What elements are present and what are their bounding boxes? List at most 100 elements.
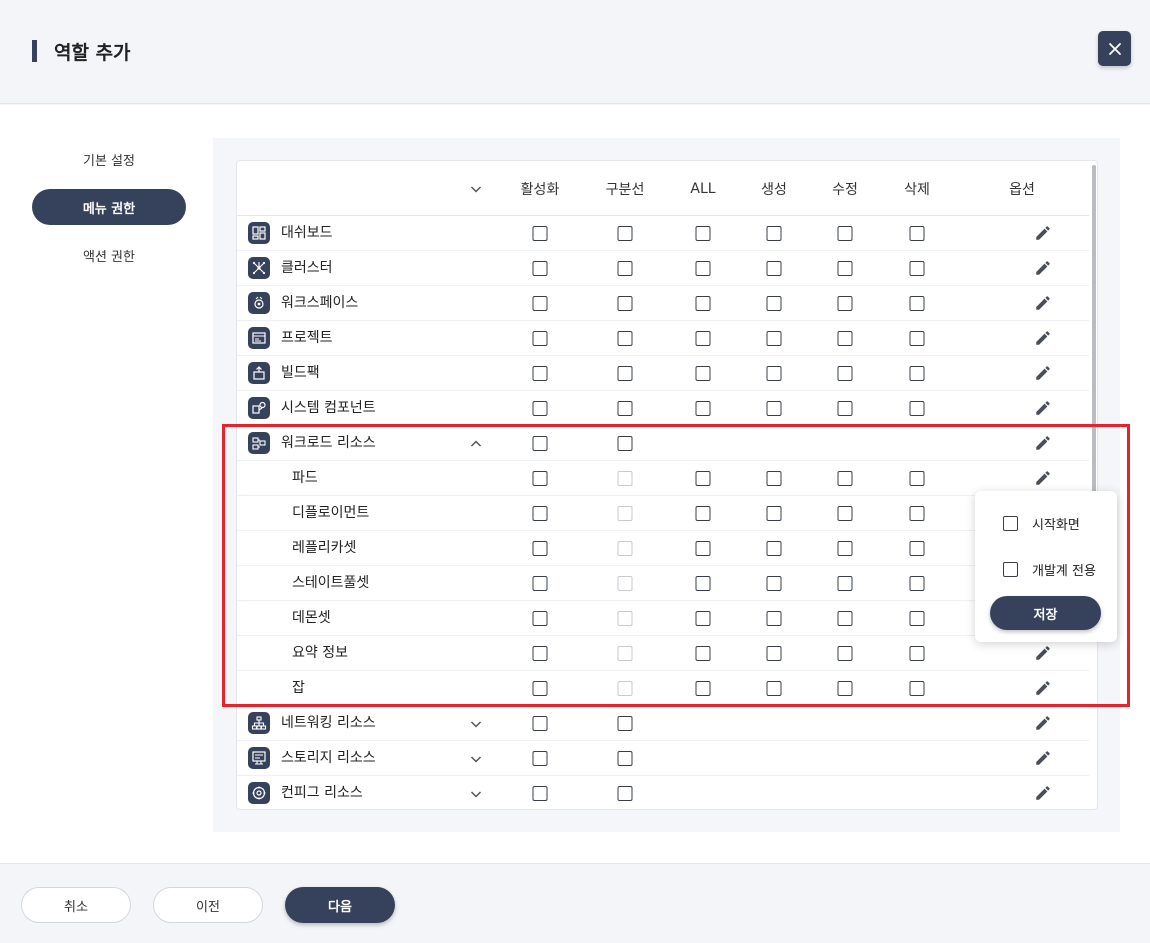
delete-checkbox[interactable] bbox=[909, 296, 925, 311]
delete-checkbox[interactable] bbox=[909, 646, 925, 661]
edit-pencil-icon[interactable] bbox=[1034, 784, 1052, 802]
all-checkbox[interactable] bbox=[695, 576, 711, 591]
enable-checkbox[interactable] bbox=[532, 261, 548, 276]
chevron-down-icon[interactable] bbox=[468, 786, 484, 802]
all-checkbox[interactable] bbox=[695, 261, 711, 276]
divider-checkbox[interactable] bbox=[617, 436, 633, 451]
delete-checkbox[interactable] bbox=[909, 471, 925, 486]
edit-checkbox[interactable] bbox=[837, 611, 853, 626]
enable-checkbox[interactable] bbox=[532, 681, 548, 696]
edit-checkbox[interactable] bbox=[837, 296, 853, 311]
enable-checkbox[interactable] bbox=[532, 471, 548, 486]
edit-checkbox[interactable] bbox=[837, 226, 853, 241]
all-checkbox[interactable] bbox=[695, 681, 711, 696]
cancel-button[interactable]: 취소 bbox=[21, 887, 131, 923]
create-checkbox[interactable] bbox=[766, 471, 782, 486]
enable-checkbox[interactable] bbox=[532, 331, 548, 346]
all-checkbox[interactable] bbox=[695, 611, 711, 626]
enable-checkbox[interactable] bbox=[532, 366, 548, 381]
delete-checkbox[interactable] bbox=[909, 506, 925, 521]
enable-checkbox[interactable] bbox=[532, 401, 548, 416]
edit-checkbox[interactable] bbox=[837, 576, 853, 591]
all-checkbox[interactable] bbox=[695, 506, 711, 521]
create-checkbox[interactable] bbox=[766, 331, 782, 346]
nav-item-action-permissions[interactable]: 액션 권한 bbox=[32, 237, 186, 273]
edit-pencil-icon[interactable] bbox=[1034, 434, 1052, 452]
all-checkbox[interactable] bbox=[695, 646, 711, 661]
all-checkbox[interactable] bbox=[695, 226, 711, 241]
divider-checkbox[interactable] bbox=[617, 751, 633, 766]
nav-item-menu-permissions[interactable]: 메뉴 권한 bbox=[32, 189, 186, 225]
create-checkbox[interactable] bbox=[766, 681, 782, 696]
edit-checkbox[interactable] bbox=[837, 681, 853, 696]
edit-pencil-icon[interactable] bbox=[1034, 224, 1052, 242]
edit-pencil-icon[interactable] bbox=[1034, 749, 1052, 767]
option-dev-only[interactable]: 개발계 전용 bbox=[1003, 559, 1096, 579]
delete-checkbox[interactable] bbox=[909, 331, 925, 346]
enable-checkbox[interactable] bbox=[532, 716, 548, 731]
enable-checkbox[interactable] bbox=[532, 506, 548, 521]
divider-checkbox[interactable] bbox=[617, 261, 633, 276]
all-checkbox[interactable] bbox=[695, 366, 711, 381]
enable-checkbox[interactable] bbox=[532, 576, 548, 591]
all-checkbox[interactable] bbox=[695, 541, 711, 556]
edit-checkbox[interactable] bbox=[837, 401, 853, 416]
next-button[interactable]: 다음 bbox=[285, 887, 395, 923]
delete-checkbox[interactable] bbox=[909, 681, 925, 696]
divider-checkbox[interactable] bbox=[617, 366, 633, 381]
divider-checkbox[interactable] bbox=[617, 226, 633, 241]
prev-button[interactable]: 이전 bbox=[153, 887, 263, 923]
edit-checkbox[interactable] bbox=[837, 331, 853, 346]
option-start-screen[interactable]: 시작화면 bbox=[1003, 513, 1080, 533]
all-checkbox[interactable] bbox=[695, 296, 711, 311]
create-checkbox[interactable] bbox=[766, 366, 782, 381]
delete-checkbox[interactable] bbox=[909, 611, 925, 626]
create-checkbox[interactable] bbox=[766, 506, 782, 521]
all-checkbox[interactable] bbox=[695, 401, 711, 416]
dev-only-checkbox[interactable] bbox=[1003, 561, 1018, 577]
nav-item-basic-settings[interactable]: 기본 설정 bbox=[32, 141, 186, 177]
close-button[interactable] bbox=[1098, 31, 1131, 66]
delete-checkbox[interactable] bbox=[909, 261, 925, 276]
edit-pencil-icon[interactable] bbox=[1034, 469, 1052, 487]
all-checkbox[interactable] bbox=[695, 331, 711, 346]
create-checkbox[interactable] bbox=[766, 541, 782, 556]
delete-checkbox[interactable] bbox=[909, 401, 925, 416]
chevron-down-icon[interactable] bbox=[468, 716, 484, 732]
divider-checkbox[interactable] bbox=[617, 401, 633, 416]
create-checkbox[interactable] bbox=[766, 261, 782, 276]
create-checkbox[interactable] bbox=[766, 226, 782, 241]
create-checkbox[interactable] bbox=[766, 611, 782, 626]
edit-pencil-icon[interactable] bbox=[1034, 329, 1052, 347]
edit-pencil-icon[interactable] bbox=[1034, 644, 1052, 662]
edit-pencil-icon[interactable] bbox=[1034, 679, 1052, 697]
all-checkbox[interactable] bbox=[695, 471, 711, 486]
divider-checkbox[interactable] bbox=[617, 716, 633, 731]
delete-checkbox[interactable] bbox=[909, 366, 925, 381]
divider-checkbox[interactable] bbox=[617, 296, 633, 311]
enable-checkbox[interactable] bbox=[532, 226, 548, 241]
enable-checkbox[interactable] bbox=[532, 436, 548, 451]
enable-checkbox[interactable] bbox=[532, 541, 548, 556]
edit-pencil-icon[interactable] bbox=[1034, 364, 1052, 382]
edit-pencil-icon[interactable] bbox=[1034, 399, 1052, 417]
edit-checkbox[interactable] bbox=[837, 471, 853, 486]
delete-checkbox[interactable] bbox=[909, 541, 925, 556]
start-screen-checkbox[interactable] bbox=[1003, 515, 1018, 531]
edit-pencil-icon[interactable] bbox=[1034, 259, 1052, 277]
edit-checkbox[interactable] bbox=[837, 366, 853, 381]
edit-checkbox[interactable] bbox=[837, 541, 853, 556]
collapse-all-chevron-icon[interactable] bbox=[468, 181, 484, 197]
delete-checkbox[interactable] bbox=[909, 576, 925, 591]
divider-checkbox[interactable] bbox=[617, 786, 633, 801]
divider-checkbox[interactable] bbox=[617, 331, 633, 346]
enable-checkbox[interactable] bbox=[532, 611, 548, 626]
enable-checkbox[interactable] bbox=[532, 786, 548, 801]
enable-checkbox[interactable] bbox=[532, 751, 548, 766]
edit-pencil-icon[interactable] bbox=[1034, 714, 1052, 732]
edit-checkbox[interactable] bbox=[837, 646, 853, 661]
edit-checkbox[interactable] bbox=[837, 261, 853, 276]
enable-checkbox[interactable] bbox=[532, 646, 548, 661]
edit-pencil-icon[interactable] bbox=[1034, 294, 1052, 312]
chevron-up-icon[interactable] bbox=[468, 436, 484, 452]
